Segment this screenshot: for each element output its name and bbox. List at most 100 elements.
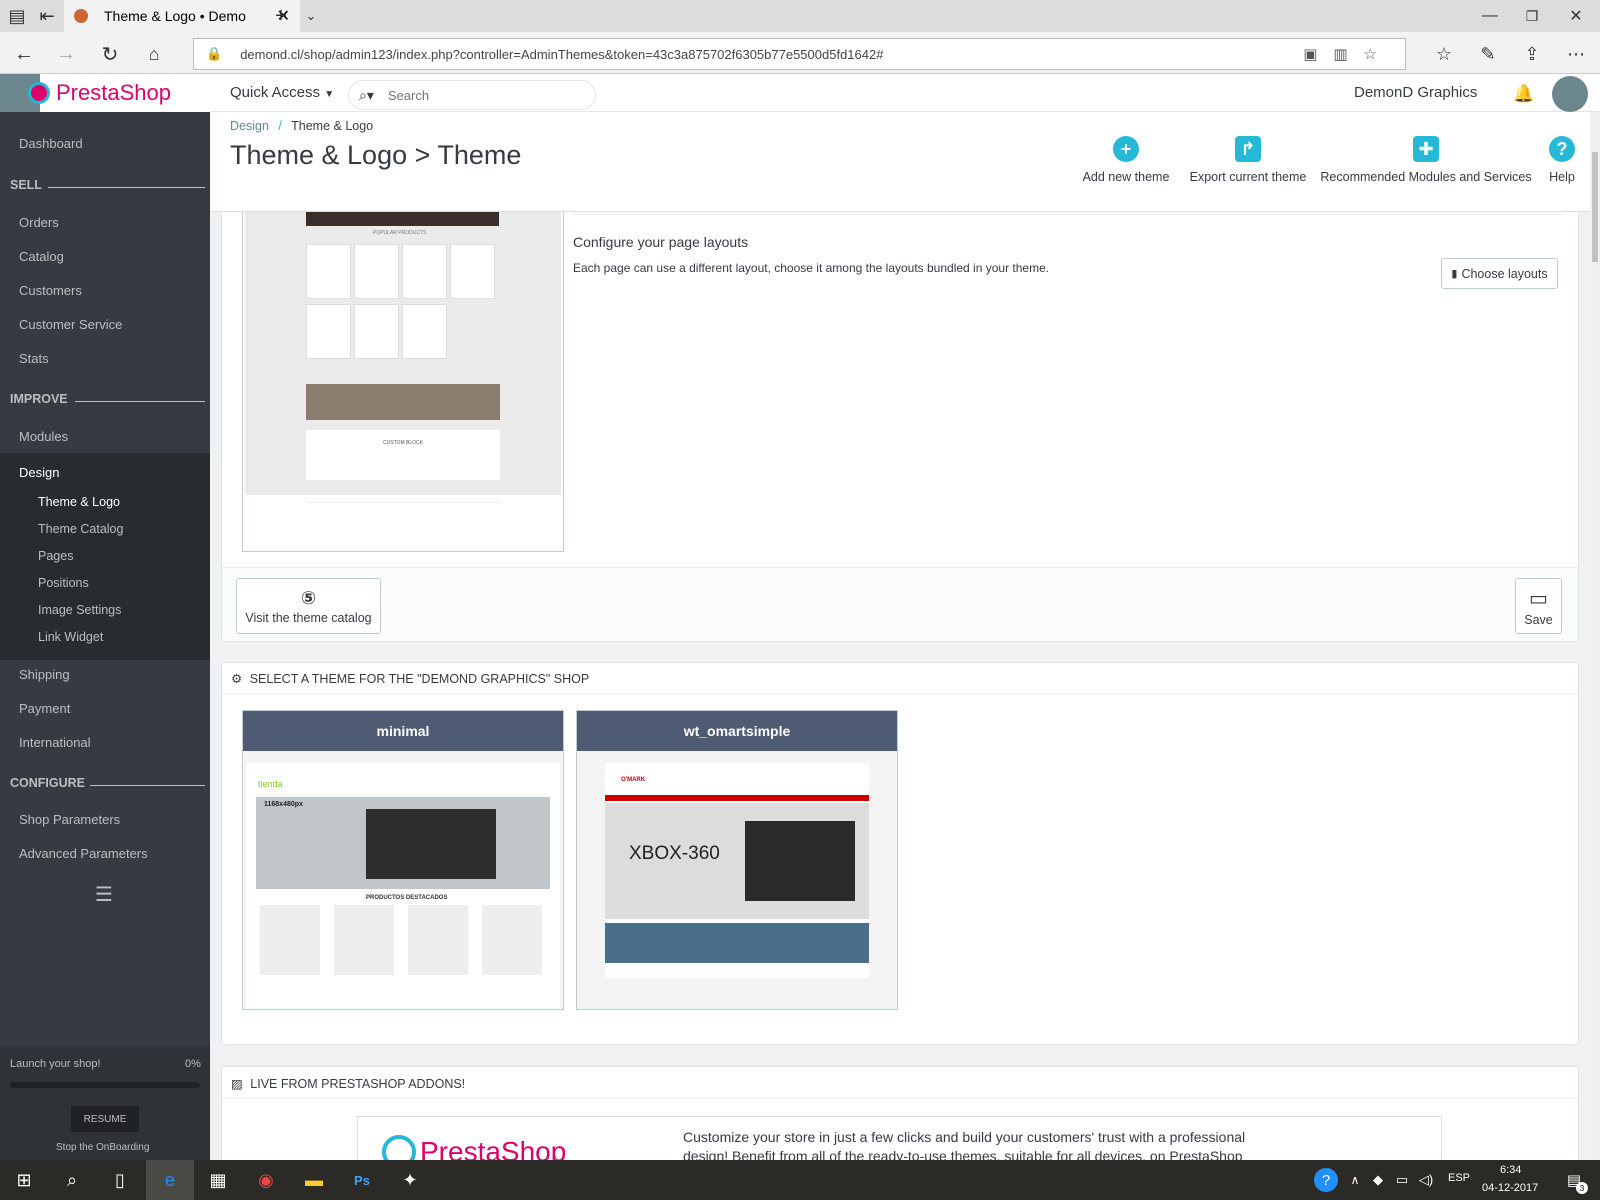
tab-preview-chevron-icon[interactable]: ⌄ — [298, 4, 324, 28]
photoshop-icon[interactable]: Ps — [338, 1160, 386, 1200]
nav-design[interactable]: Design — [19, 465, 59, 480]
reading-view-icons[interactable]: ▣▥☆ — [1303, 45, 1393, 63]
nav-theme-logo[interactable]: Theme & Logo — [38, 495, 120, 509]
floppy-disk-icon: ▭ — [1529, 587, 1548, 610]
scrollbar-thumb[interactable] — [1592, 152, 1598, 262]
launch-percent: 0% — [185, 1058, 201, 1070]
nav-advanced-parameters[interactable]: Advanced Parameters — [19, 846, 148, 861]
share-icon[interactable]: ⇪ — [1516, 40, 1548, 68]
preview-product — [334, 905, 394, 975]
nav-image-settings[interactable]: Image Settings — [38, 603, 121, 617]
export-theme-button[interactable]: ↱ Export current theme — [1183, 136, 1313, 184]
address-bar[interactable]: 🔒 demond.cl/shop/admin123/index.php?cont… — [193, 38, 1406, 70]
addons-promo-box: PrestaShop Customize your store in just … — [357, 1116, 1442, 1169]
admin-search[interactable]: ⌕▾ — [348, 80, 596, 110]
tab-manager-icon[interactable]: ▤ — [4, 4, 30, 28]
close-window-icon[interactable]: ✕ — [1556, 4, 1596, 28]
nav-payment[interactable]: Payment — [19, 701, 70, 716]
restore-icon[interactable]: ❐ — [1512, 4, 1552, 28]
home-icon[interactable]: ⌂ — [138, 40, 170, 68]
collapse-menu-icon[interactable]: ☰ — [95, 882, 113, 907]
dropbox-icon[interactable]: ◆ — [1368, 1168, 1388, 1192]
nav-dashboard[interactable]: Dashboard — [19, 136, 83, 151]
preview-menu-bar — [605, 795, 869, 801]
browser-tab-active[interactable]: Theme & Logo • Demo ✕ — [64, 0, 300, 32]
theme-card-wt-omartsimple[interactable]: wt_omartsimple O'MARK XBOX-360 — [576, 710, 898, 1010]
nav-link-widget[interactable]: Link Widget — [38, 630, 103, 644]
select-theme-title: SELECT A THEME FOR THE "DEMOND GRAPHICS"… — [249, 672, 590, 686]
forward-icon[interactable]: → — [50, 40, 82, 68]
windows-start-icon[interactable]: ⊞ — [0, 1160, 48, 1200]
nav-orders[interactable]: Orders — [19, 215, 59, 230]
nav-shipping[interactable]: Shipping — [19, 667, 70, 682]
preview-featured-label: PRODUCTOS DESTACADOS — [366, 895, 448, 901]
nav-pages[interactable]: Pages — [38, 549, 73, 563]
recommended-modules-button[interactable]: ✚ Recommended Modules and Services — [1318, 136, 1534, 184]
divider — [222, 1098, 1578, 1099]
employee-avatar[interactable] — [1552, 76, 1588, 112]
chrome-icon[interactable]: ◉ — [242, 1160, 290, 1200]
help-tray-icon[interactable]: ? — [1314, 1168, 1338, 1192]
nav-customers[interactable]: Customers — [19, 283, 82, 298]
nav-international[interactable]: International — [19, 735, 91, 750]
visit-theme-catalog-button[interactable]: ⑤ Visit the theme catalog — [236, 578, 381, 634]
clock-time[interactable]: 6:34 — [1500, 1164, 1521, 1176]
web-note-icon[interactable]: ✎ — [1472, 40, 1504, 68]
stop-onboarding-link[interactable]: Stop the OnBoarding — [56, 1142, 149, 1153]
more-icon[interactable]: ⋯ — [1560, 40, 1592, 68]
network-icon[interactable]: ▭ — [1392, 1168, 1412, 1192]
shop-name-link[interactable]: DemonD Graphics — [1354, 84, 1477, 101]
preview-slider: XBOX-360 — [605, 803, 869, 919]
help-circle-icon: ? — [1549, 136, 1575, 162]
save-button[interactable]: ▭ Save — [1515, 578, 1562, 634]
nav-catalog[interactable]: Catalog — [19, 249, 64, 264]
theme-card-minimal[interactable]: minimal tienda 1168x480px PRODUCTOS DEST… — [242, 710, 564, 1010]
new-tab-icon[interactable]: + — [268, 4, 294, 28]
nav-customer-service[interactable]: Customer Service — [19, 317, 122, 332]
app-icon[interactable]: ✦ — [386, 1160, 434, 1200]
section-divider — [90, 785, 205, 786]
resume-button[interactable]: RESUME — [71, 1106, 139, 1132]
preview-logo: O'MARK — [621, 777, 646, 783]
preview-custom-block: CUSTOM BLOCK — [306, 430, 500, 480]
back-icon[interactable]: ← — [8, 40, 40, 68]
edge-browser-icon[interactable]: e — [146, 1160, 194, 1200]
breadcrumb-design[interactable]: Design — [230, 119, 269, 133]
set-aside-tabs-icon[interactable]: ⇤ — [34, 4, 60, 28]
preview-console — [745, 821, 855, 901]
preview-slider-label: XBOX-360 — [629, 843, 720, 864]
nav-modules[interactable]: Modules — [19, 429, 68, 444]
taskbar-search-icon[interactable]: ⌕ — [48, 1160, 96, 1200]
favorites-hub-icon[interactable]: ☆ — [1428, 40, 1460, 68]
search-icon[interactable]: ⌕▾ — [359, 87, 374, 104]
choose-layouts-button[interactable]: ▮ Choose layouts — [1441, 258, 1558, 289]
prestashop-logo[interactable]: PrestaShop — [0, 74, 210, 112]
preview-footer — [306, 502, 500, 542]
breadcrumb-theme-logo[interactable]: Theme & Logo — [291, 119, 373, 133]
task-view-icon[interactable]: ▯ — [96, 1160, 144, 1200]
search-input[interactable] — [387, 87, 568, 103]
nav-stats[interactable]: Stats — [19, 351, 49, 366]
page-scrollbar[interactable] — [1590, 112, 1600, 1160]
addons-heading: ▨ LIVE FROM PRESTASHOP ADDONS! — [231, 1076, 465, 1091]
store-icon[interactable]: ▦ — [194, 1160, 242, 1200]
refresh-icon[interactable]: ↻ — [94, 40, 126, 68]
input-language[interactable]: ESP — [1448, 1172, 1470, 1184]
file-explorer-icon[interactable]: ▬ — [290, 1160, 338, 1200]
theme-name: minimal — [243, 711, 563, 751]
help-button[interactable]: ? Help — [1540, 136, 1584, 184]
quick-access-dropdown[interactable]: Quick Access ▼ — [230, 84, 334, 101]
nav-positions[interactable]: Positions — [38, 576, 89, 590]
url-text: demond.cl/shop/admin123/index.php?contro… — [240, 46, 884, 62]
layouts-description: Each page can use a different layout, ch… — [573, 261, 1050, 275]
notifications-bell-icon[interactable]: 🔔 — [1512, 82, 1536, 106]
add-new-theme-button[interactable]: + Add new theme — [1075, 136, 1177, 184]
show-hidden-icons-chevron-icon[interactable]: ∧ — [1345, 1168, 1365, 1192]
nav-theme-catalog[interactable]: Theme Catalog — [38, 522, 123, 536]
minimize-icon[interactable]: — — [1470, 4, 1510, 28]
volume-icon[interactable]: ◁) — [1416, 1168, 1436, 1192]
clock-date[interactable]: 04-12-2017 — [1482, 1182, 1538, 1194]
panel-footer — [222, 567, 1578, 640]
choose-layouts-label: Choose layouts — [1461, 266, 1548, 281]
nav-shop-parameters[interactable]: Shop Parameters — [19, 812, 120, 827]
